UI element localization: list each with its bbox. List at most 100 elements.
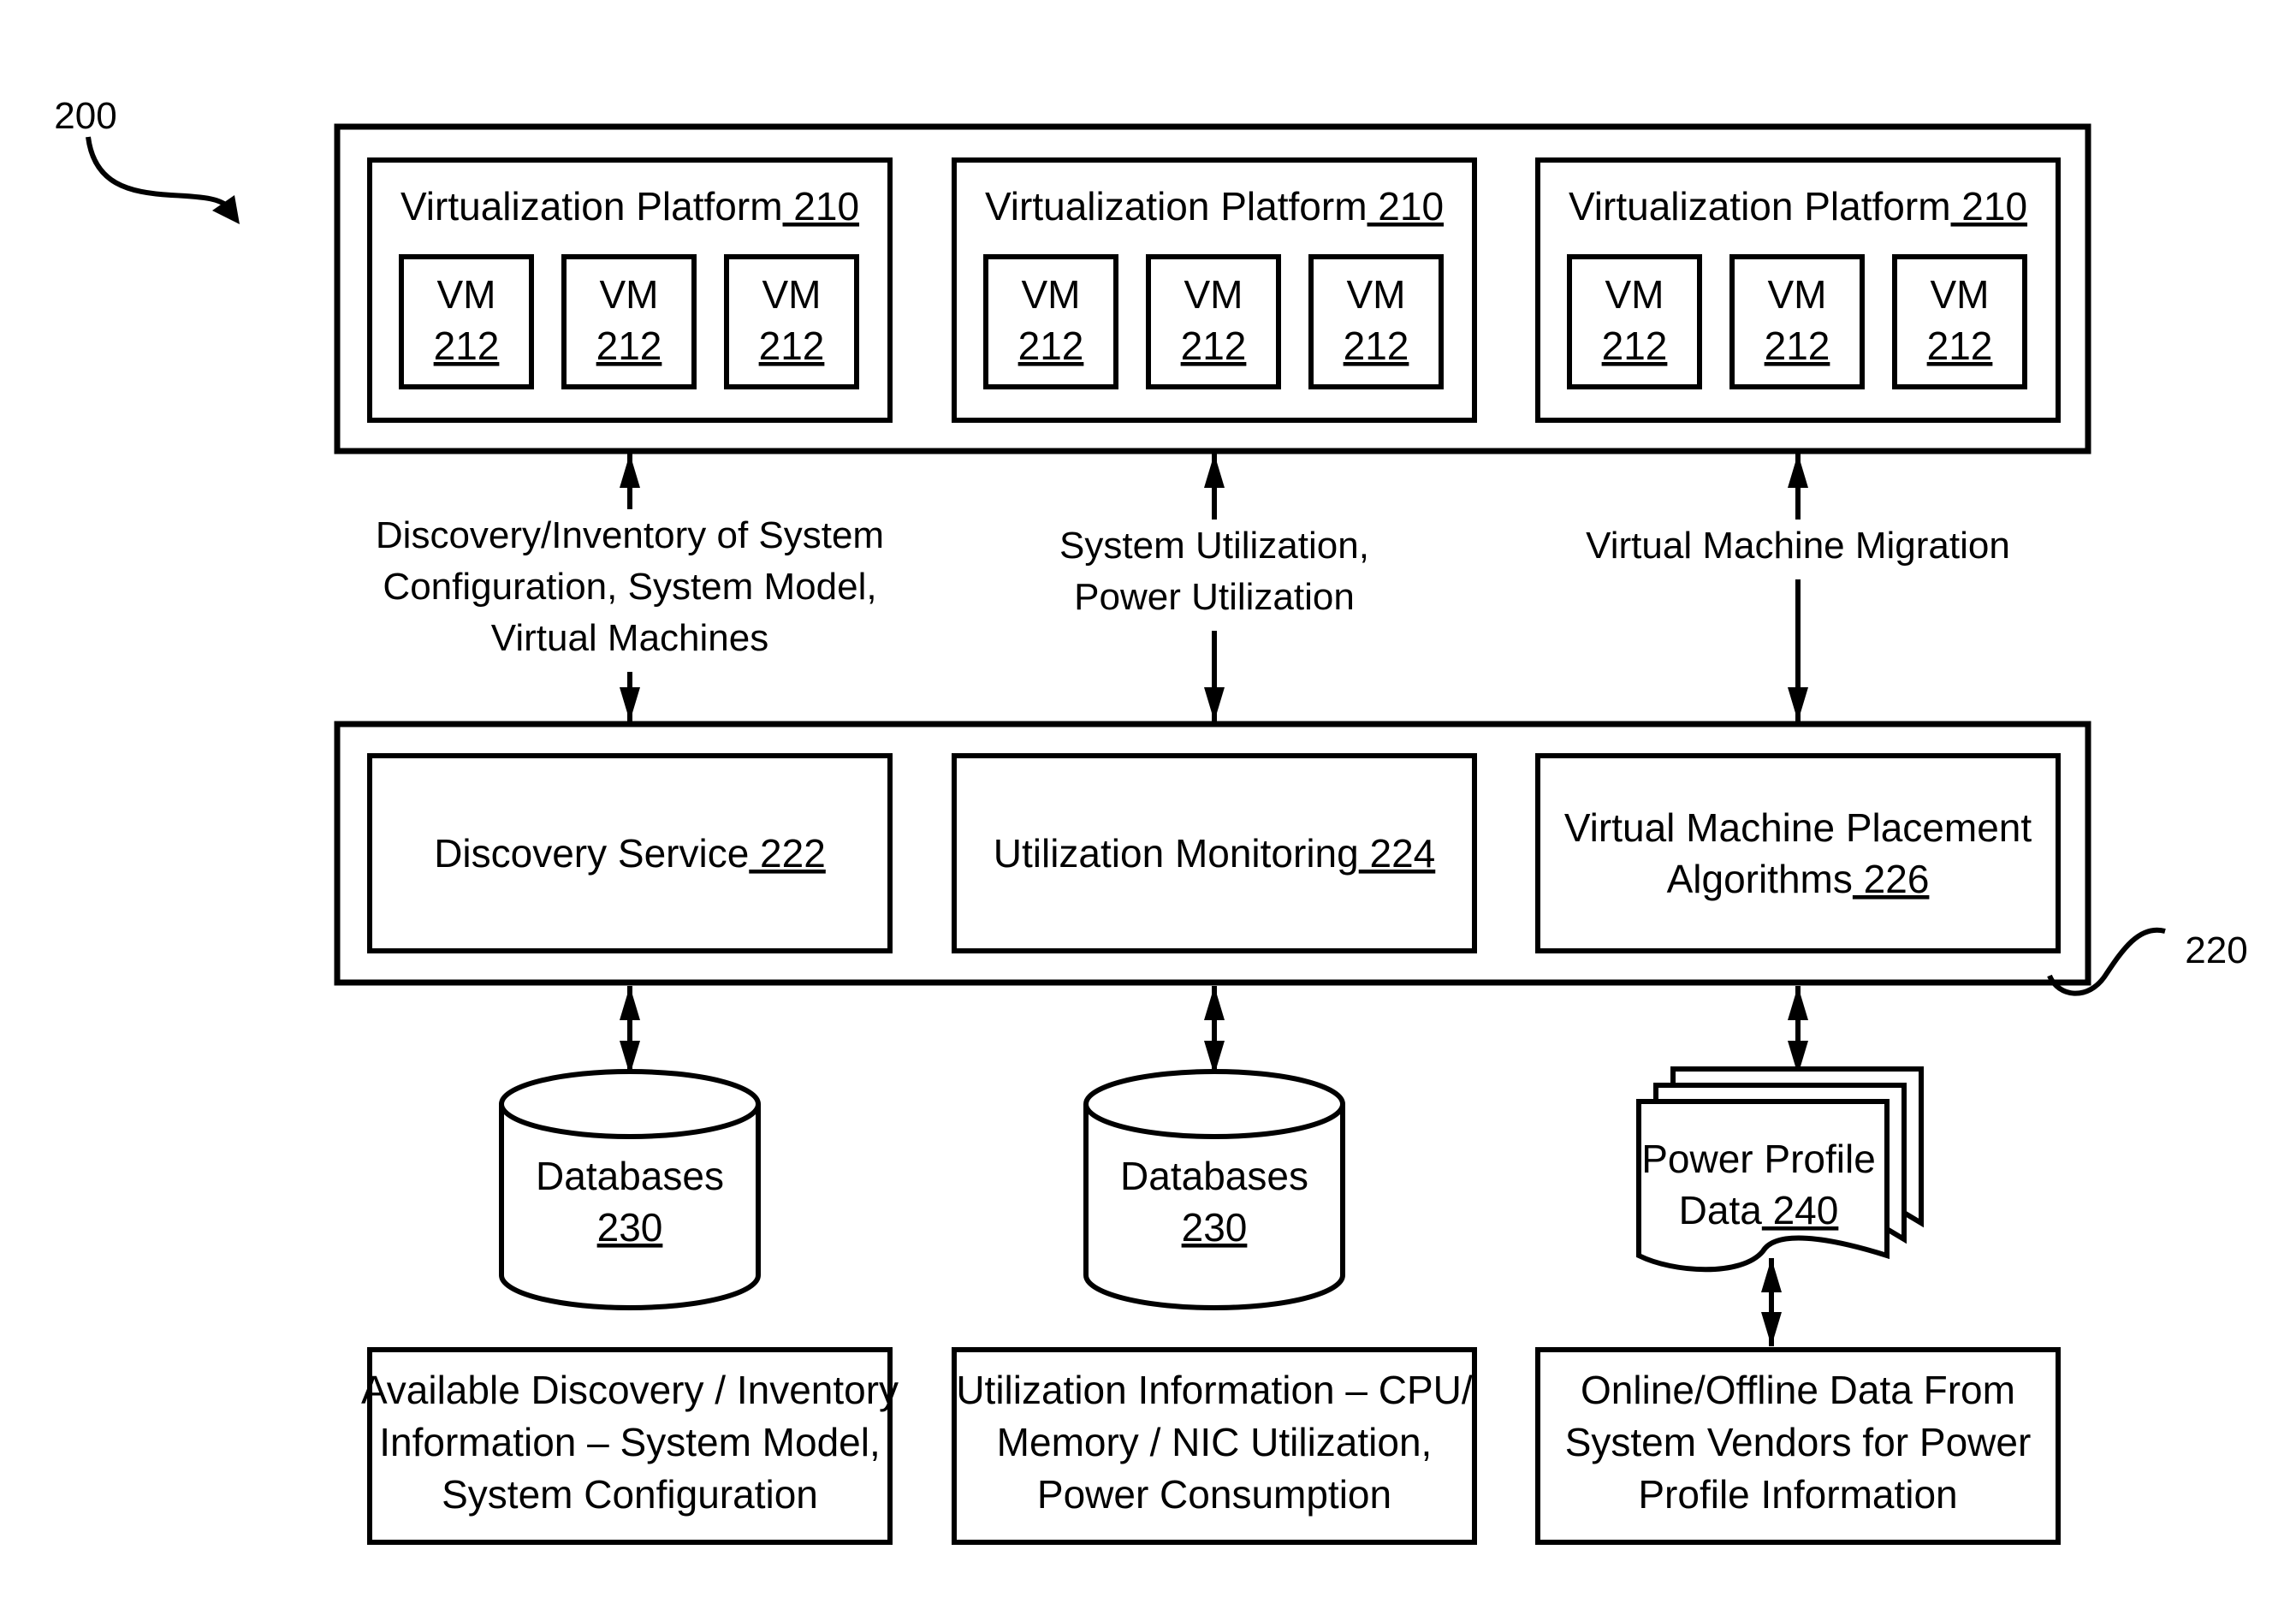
- vm-ref: 212: [1344, 324, 1409, 368]
- virtual-machine: VM 212: [1308, 254, 1444, 389]
- platform-title-text: Virtualization Platform: [1569, 184, 1951, 229]
- virtualization-platforms: Virtualization Platform 210 VM 212 VM 212 VM 2…: [367, 157, 2061, 423]
- info-box-line-text: Online/Offline Data From: [1581, 1368, 2015, 1412]
- info-box-line: System Vendors for Power: [1565, 1420, 2032, 1464]
- figure-ref-leader-line: [86, 136, 234, 212]
- platform-title-text: Virtualization Platform: [985, 184, 1368, 229]
- connector-label-line: Discovery/Inventory of System: [376, 514, 884, 556]
- vm-label: VM: [1931, 272, 1990, 317]
- virtual-machine: VM 212: [724, 254, 859, 389]
- vm-label: VM: [1605, 272, 1664, 317]
- info-box-line: Memory / NIC Utilization,: [997, 1420, 1433, 1464]
- virtualization-platform-2: Virtualization Platform 210 VM 212 VM 212 VM 2…: [952, 157, 1477, 423]
- info-box-line-text: Profile Information: [1638, 1472, 1957, 1517]
- reference-numeral: 226: [1853, 857, 1930, 901]
- service-label-line-text: Algorithms: [1667, 857, 1853, 901]
- service-label-line-text: Discovery Service: [434, 831, 749, 876]
- reference-numeral: 210: [783, 184, 860, 229]
- arrowhead-up-icon: [620, 986, 640, 1020]
- arrowhead-up-icon: [1761, 1258, 1782, 1292]
- database-label: Databases: [1120, 1154, 1308, 1198]
- arrowhead-down-icon: [1761, 1312, 1782, 1346]
- vm-label-text: VM: [1605, 272, 1664, 317]
- virtualization-platform-3: Virtualization Platform 210 VM 212 VM 212 VM 2…: [1535, 157, 2061, 423]
- virtual-machine: VM 212: [399, 254, 534, 389]
- vm-label: VM: [1347, 272, 1406, 317]
- connector-label-line: System Utilization,: [1059, 525, 1369, 567]
- data-stores: Databases 230 Databases 230 Power Profile Dat…: [499, 986, 1924, 1346]
- connector-label-line-text: Configuration, System Model,: [383, 566, 876, 608]
- info-box-line: Power Consumption: [1037, 1472, 1391, 1517]
- vm-ref: 212: [1765, 324, 1830, 368]
- platform-title: Virtualization Platform 210: [985, 184, 1444, 229]
- reference-numeral: 210: [1951, 184, 2028, 229]
- management-services: Discovery Service 222 Utilization Monitor…: [367, 753, 2061, 953]
- info-box-line-text: Information – System Model,: [379, 1420, 880, 1464]
- connector-3: Virtual Machine Migration: [1586, 454, 2010, 721]
- virtual-machine: VM 212: [983, 254, 1118, 389]
- database-label: Databases: [536, 1154, 724, 1198]
- arrowhead-up-icon: [1788, 454, 1808, 488]
- service-label-line-text: Virtual Machine Placement: [1564, 805, 2032, 850]
- vm-ref: 212: [1181, 324, 1247, 368]
- vm-label: VM: [600, 272, 659, 317]
- platform-title: Virtualization Platform 210: [400, 184, 859, 229]
- database-ref: 230: [1182, 1205, 1248, 1250]
- connector-label-line: Configuration, System Model,: [383, 566, 876, 608]
- power-profile-label: Data 240: [1679, 1188, 1839, 1232]
- document-stack-icon: [1636, 1099, 1890, 1273]
- figure-ref-label: 200: [54, 95, 116, 137]
- database-label-text: Databases: [536, 1154, 724, 1198]
- service-box: [1535, 753, 2061, 953]
- virtual-machine: VM 212: [1729, 254, 1865, 389]
- vm-label-text: VM: [1347, 272, 1406, 317]
- vm-label: VM: [1184, 272, 1243, 317]
- database-ref: 230: [597, 1205, 663, 1250]
- info-box-3: Online/Offline Data From System Vendors f…: [1535, 1347, 2061, 1545]
- vm-label: VM: [1022, 272, 1081, 317]
- vm-ref: 212: [759, 324, 825, 368]
- platform-title: Virtualization Platform 210: [1569, 184, 2027, 229]
- system-architecture-diagram: 200 Virtualization Platform 210 VM 212 VM 21…: [54, 95, 2248, 1545]
- info-box-line: Available Discovery / Inventory: [361, 1368, 899, 1412]
- vm-label: VM: [762, 272, 822, 317]
- reference-numeral: 210: [1368, 184, 1445, 229]
- connector-label-line-text: Virtual Machine Migration: [1586, 525, 2010, 567]
- vm-label-text: VM: [1184, 272, 1243, 317]
- arrowhead-down-icon: [1204, 687, 1225, 721]
- info-box-line-text: Utilization Information – CPU/: [956, 1368, 1473, 1412]
- virtualization-platform-1: Virtualization Platform 210 VM 212 VM 212 VM 2…: [367, 157, 893, 423]
- vm-label-text: VM: [600, 272, 659, 317]
- info-box-line: Information – System Model,: [379, 1420, 880, 1464]
- platform-title-text: Virtualization Platform: [400, 184, 783, 229]
- database-label-text: Databases: [1120, 1154, 1308, 1198]
- virtual-machine: VM 212: [1892, 254, 2027, 389]
- info-box-line-text: System Vendors for Power: [1565, 1420, 2032, 1464]
- connector-label-line-text: Power Utilization: [1074, 576, 1355, 618]
- virtual-machine: VM 212: [1567, 254, 1702, 389]
- virtual-machine: VM 212: [1146, 254, 1281, 389]
- arrowhead-up-icon: [620, 454, 640, 488]
- vm-ref: 212: [596, 324, 662, 368]
- connector-label-line-text: System Utilization,: [1059, 525, 1369, 567]
- service-1: Discovery Service 222: [367, 753, 893, 953]
- power-profile-label: Power Profile: [1641, 1137, 1876, 1181]
- database-cylinder-top: [499, 1069, 761, 1139]
- connector-label-line-text: Discovery/Inventory of System: [376, 514, 884, 556]
- service-2: Utilization Monitoring 224: [952, 753, 1477, 953]
- vm-label-text: VM: [1022, 272, 1081, 317]
- database-2: Databases 230: [1083, 986, 1345, 1310]
- vm-ref: 212: [1927, 324, 1993, 368]
- database-1: Databases 230: [499, 986, 761, 1310]
- virtual-machine: VM 212: [561, 254, 697, 389]
- info-box-line: System Configuration: [442, 1472, 818, 1517]
- reference-numeral: 224: [1359, 831, 1436, 876]
- reference-numeral: 240: [1762, 1188, 1839, 1232]
- arrowhead-up-icon: [1788, 986, 1808, 1020]
- vm-ref: 212: [1602, 324, 1668, 368]
- connector-label-line: Virtual Machine Migration: [1586, 525, 2010, 567]
- vm-ref: 212: [434, 324, 500, 368]
- service-label-line-text: Utilization Monitoring: [994, 831, 1359, 876]
- ref-220-label: 220: [2185, 929, 2247, 971]
- service-3: Virtual Machine Placement Algorithms 226: [1535, 753, 2061, 953]
